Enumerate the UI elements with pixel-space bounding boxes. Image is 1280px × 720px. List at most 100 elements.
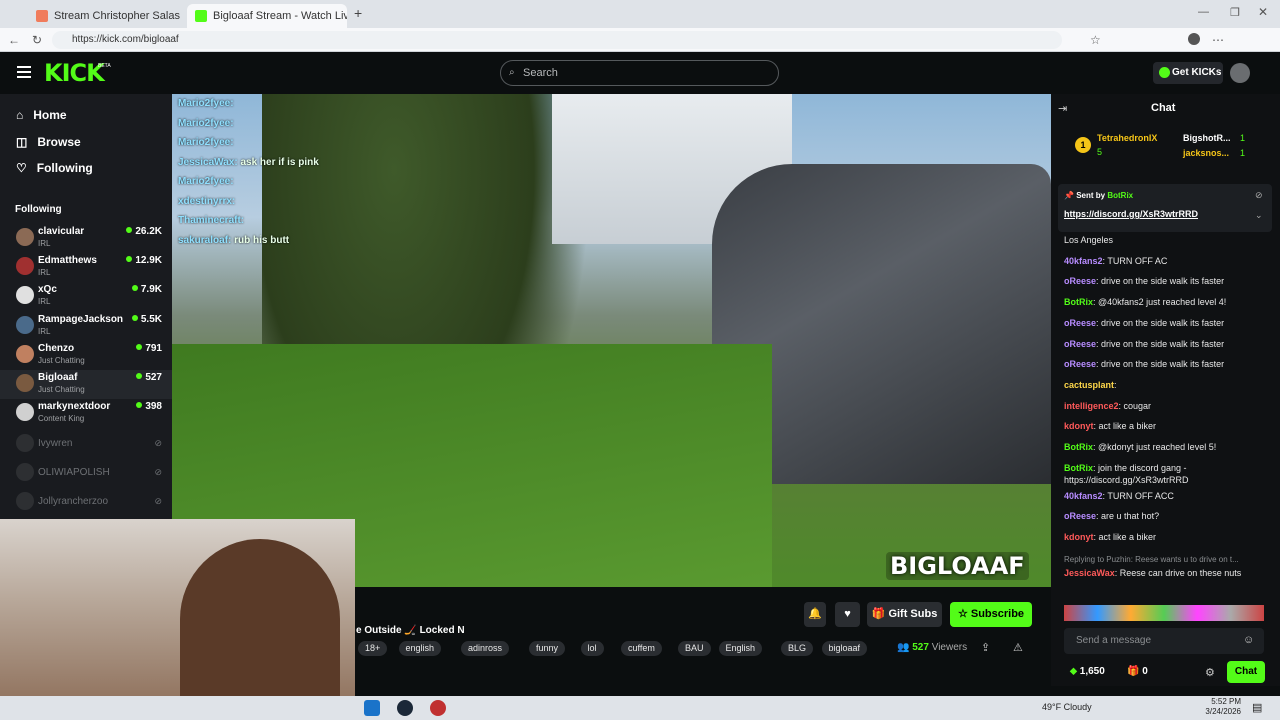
message-input[interactable]: Send a message: [1064, 628, 1264, 654]
nav-item-browse[interactable]: ◫ Browse: [16, 135, 81, 149]
maximize-icon[interactable]: ❐: [1230, 6, 1240, 19]
search-input[interactable]: Search: [500, 60, 779, 86]
nav-item-following[interactable]: ♡ Following: [16, 161, 93, 175]
emote-bar[interactable]: [1064, 605, 1264, 621]
chat-username[interactable]: oReese: [1064, 276, 1096, 286]
chat-username[interactable]: oReese: [1064, 511, 1096, 521]
stream-tag[interactable]: funny: [529, 641, 566, 656]
minimize-icon[interactable]: —: [1198, 6, 1209, 18]
send-chat-button[interactable]: Chat: [1227, 661, 1265, 683]
stream-tag[interactable]: bigloaaf: [821, 641, 868, 656]
clock-date: 3/24/2026: [1205, 707, 1241, 716]
overlay-chat-line: xdestinyrrx:: [178, 196, 235, 207]
sidebar-channel-rampagejackson[interactable]: RampageJackson IRL 5.5K: [0, 312, 172, 341]
overlay-chat-line: Mario2fyee:: [178, 176, 234, 187]
stream-tag[interactable]: cuffem: [621, 641, 662, 656]
browser-tab[interactable]: Stream Christopher Salas | Listen t: [28, 4, 184, 28]
overlay-chat-user: JessicaWax:: [178, 156, 238, 168]
sidebar-channel-edmatthews[interactable]: Edmatthews IRL 12.9K: [0, 253, 172, 282]
reload-icon[interactable]: ↻: [32, 33, 42, 47]
notifications-icon[interactable]: ▤: [1252, 701, 1262, 714]
chat-username[interactable]: 40kfans2: [1064, 491, 1103, 501]
beta-badge: BETA: [98, 63, 111, 69]
follow-heart-icon[interactable]: ♥: [835, 602, 860, 627]
leaderboard-user[interactable]: jacksnos...: [1183, 148, 1229, 158]
leaderboard-user[interactable]: BigshotR...: [1183, 133, 1231, 143]
nav-item-home[interactable]: ⌂ Home: [16, 108, 67, 122]
emoji-icon[interactable]: ☺: [1243, 634, 1254, 646]
menu-icon[interactable]: [17, 66, 31, 78]
stream-tag[interactable]: English: [718, 641, 763, 656]
avatar: [16, 463, 34, 482]
overlay-chat-line: Mario2fyee:: [178, 98, 234, 109]
nav-label: Home: [33, 108, 67, 122]
chat-username[interactable]: cactusplant: [1064, 380, 1114, 390]
points-value: 1,650: [1079, 666, 1105, 677]
pinned-link[interactable]: https://discord.gg/XsR3wtrRRD: [1064, 209, 1198, 219]
stream-tag[interactable]: lol: [580, 641, 604, 656]
overlay-chat-user: Mario2fyee:: [178, 98, 234, 109]
subscribe-button[interactable]: ☆ Subscribe: [950, 602, 1032, 627]
chat-text: : Reese can drive on these nuts: [1114, 568, 1242, 578]
overlay-chat-line: Mario2fyee:: [178, 137, 234, 148]
report-icon[interactable]: ⚠: [1013, 641, 1023, 654]
chat-username[interactable]: BotRix: [1064, 463, 1093, 473]
stream-tag[interactable]: BAU: [678, 641, 711, 656]
chat-username[interactable]: kdonyt: [1064, 532, 1094, 542]
chat-username[interactable]: JessicaWax: [1064, 568, 1115, 578]
chevron-down-icon[interactable]: ⌄: [1255, 210, 1263, 221]
viewer-count: 5.5K: [132, 314, 162, 325]
stream-tag[interactable]: adinross: [461, 641, 510, 656]
sidebar-channel-offline[interactable]: OLIWIAPOLISH ⊘: [0, 459, 172, 488]
steam-taskbar-icon[interactable]: [397, 700, 413, 716]
gift-subs-button[interactable]: 🎁 Gift Subs: [867, 602, 942, 627]
streamer-face: [180, 539, 340, 720]
chat-username[interactable]: BotRix: [1064, 297, 1093, 307]
overlay-chat-text: rub his butt: [234, 234, 290, 246]
sidebar-channel-bigloaaf[interactable]: Bigloaaf Just Chatting 527: [0, 370, 172, 399]
leaderboard-user[interactable]: TetrahedronIX: [1097, 133, 1157, 143]
tab-label: Stream Christopher Salas | Listen t: [54, 10, 184, 22]
sidebar-channel-offline[interactable]: Jollyrancherzoo ⊘: [0, 488, 172, 517]
sidebar-channel-markynextdoor[interactable]: markynextdoor Content King 398: [0, 399, 172, 428]
stream-tag[interactable]: english: [398, 641, 442, 656]
chat-username[interactable]: oReese: [1064, 339, 1096, 349]
chat-username[interactable]: kdonyt: [1064, 421, 1094, 431]
avatar: [16, 374, 34, 392]
sidebar-channel-clavicular[interactable]: clavicular IRL 26.2K: [0, 224, 172, 253]
unpin-icon[interactable]: ⊘: [1255, 190, 1263, 201]
chat-username[interactable]: oReese: [1064, 359, 1096, 369]
chat-username[interactable]: oReese: [1064, 318, 1096, 328]
chat-username[interactable]: BotRix: [1064, 442, 1093, 452]
close-window-icon[interactable]: ✕: [1258, 5, 1268, 19]
user-avatar[interactable]: [1230, 63, 1250, 83]
new-tab-icon[interactable]: +: [354, 5, 362, 21]
avatar: [16, 257, 34, 276]
app-taskbar-icon[interactable]: [430, 700, 446, 716]
collapse-chat-icon[interactable]: ⇥: [1058, 102, 1067, 115]
profile-icon[interactable]: [1188, 33, 1200, 45]
sidebar-channel-chenzo[interactable]: Chenzo Just Chatting 791: [0, 341, 172, 370]
sidebar-channel-xqc[interactable]: xQc IRL 7.9K: [0, 282, 172, 311]
browser-tab-active[interactable]: Bigloaaf Stream - Watch Live: [187, 4, 347, 28]
back-icon[interactable]: ←: [8, 33, 20, 47]
kick-logo[interactable]: KICK: [44, 59, 105, 87]
favorite-icon[interactable]: ☆: [1090, 33, 1101, 47]
notification-bell-icon[interactable]: 🔔: [804, 602, 826, 627]
chat-username[interactable]: 40kfans2: [1064, 256, 1103, 266]
settings-gear-icon[interactable]: ⚙: [1205, 666, 1215, 679]
chat-text: : drive on the side walk its faster: [1096, 276, 1225, 287]
chat-text: : drive on the side walk its faster: [1096, 359, 1225, 370]
chat-username[interactable]: intelligence2: [1064, 401, 1119, 411]
more-icon[interactable]: ⋯: [1212, 33, 1224, 47]
browse-icon: ◫: [16, 135, 28, 149]
pinned-sender[interactable]: BotRix: [1107, 191, 1133, 200]
sidebar-channel-offline[interactable]: Ivywren ⊘: [0, 430, 172, 459]
weather-widget[interactable]: 49°F Cloudy: [1042, 702, 1092, 712]
url-field[interactable]: https://kick.com/bigloaaf: [52, 31, 1062, 49]
stream-tag[interactable]: BLG: [781, 641, 814, 656]
share-icon[interactable]: ⇪: [981, 641, 990, 654]
channel-category: IRL: [38, 326, 51, 336]
stream-tag[interactable]: 18+: [358, 641, 388, 656]
edge-taskbar-icon[interactable]: [364, 700, 380, 716]
